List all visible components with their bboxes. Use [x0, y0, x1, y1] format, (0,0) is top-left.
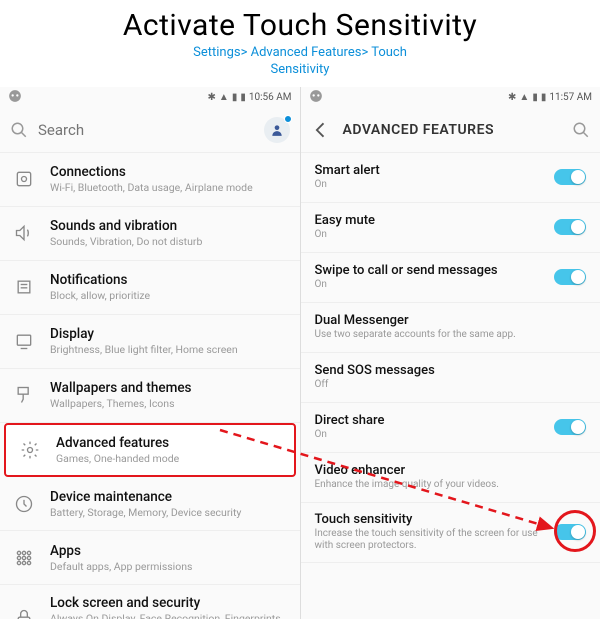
breadcrumb: Settings> Advanced Features> Touch Sensi…	[0, 43, 600, 87]
row-device-maintenance[interactable]: Device maintenanceBattery, Storage, Memo…	[0, 477, 300, 531]
row-notifications[interactable]: NotificationsBlock, allow, prioritize	[0, 261, 300, 315]
reddit-icon	[309, 89, 323, 106]
row-title: Notifications	[50, 272, 286, 288]
row-display[interactable]: DisplayBrightness, Blue light filter, Ho…	[0, 315, 300, 369]
battery-icon: ▮	[240, 92, 246, 103]
sound-icon	[14, 223, 34, 243]
row-sub: Games, One-handed mode	[56, 452, 280, 466]
row-direct-share[interactable]: Direct shareOn	[301, 403, 600, 453]
apps-icon	[14, 548, 34, 568]
back-icon[interactable]	[311, 120, 331, 140]
header-title: ADVANCED FEATURES	[343, 122, 495, 138]
breadcrumb-line2: Sensitivity	[0, 62, 600, 79]
toggle-swipe-call[interactable]	[554, 269, 586, 285]
row-smart-alert[interactable]: Smart alertOn	[301, 153, 600, 203]
status-bar: ✱ ▲ ▮ ▮ 11:57 AM	[301, 87, 600, 109]
phone-advanced-features: ✱ ▲ ▮ ▮ 11:57 AM ADVANCED FEATURES Smart…	[301, 87, 600, 619]
row-title: Connections	[50, 164, 286, 180]
row-sub: Wallpapers, Themes, Icons	[50, 397, 286, 411]
row-title: Touch sensitivity	[315, 512, 541, 527]
battery-icon: ▮	[541, 92, 547, 103]
row-touch-sensitivity[interactable]: Touch sensitivityIncrease the touch sens…	[301, 503, 600, 563]
row-wallpapers[interactable]: Wallpapers and themesWallpapers, Themes,…	[0, 369, 300, 423]
row-title: Easy mute	[315, 213, 541, 228]
breadcrumb-line1: Settings> Advanced Features> Touch	[0, 45, 600, 62]
row-sub: Enhance the image quality of your videos…	[315, 479, 583, 492]
row-swipe-call[interactable]: Swipe to call or send messagesOn	[301, 253, 600, 303]
paint-icon	[14, 385, 34, 405]
header-bar: ADVANCED FEATURES	[301, 109, 600, 153]
search-bar[interactable]	[0, 109, 300, 153]
settings-list: ConnectionsWi-Fi, Bluetooth, Data usage,…	[0, 153, 300, 619]
row-title: Send SOS messages	[315, 363, 583, 378]
row-sub: Always On Display, Face Recognition, Fin…	[50, 612, 286, 618]
row-video-enhancer[interactable]: Video enhancerEnhance the image quality …	[301, 453, 600, 503]
row-sub: On	[315, 279, 541, 292]
status-bar: ✱ ▲ ▮ ▮ 10:56 AM	[0, 87, 300, 109]
wifi-icon: ▲	[519, 92, 529, 103]
row-sub: Default apps, App permissions	[50, 560, 286, 574]
toggle-easy-mute[interactable]	[554, 219, 586, 235]
bluetooth-icon: ✱	[508, 92, 516, 103]
maintenance-icon	[14, 494, 34, 514]
row-sub: Sounds, Vibration, Do not disturb	[50, 235, 286, 249]
row-sub: Block, allow, prioritize	[50, 289, 286, 303]
reddit-icon	[8, 89, 22, 106]
row-advanced-features[interactable]: Advanced featuresGames, One-handed mode	[4, 423, 296, 478]
row-title: Device maintenance	[50, 489, 286, 505]
row-title: Swipe to call or send messages	[315, 263, 541, 278]
display-icon	[14, 331, 34, 351]
page-title: Activate Touch Sensitivity	[0, 0, 600, 43]
connections-icon	[14, 169, 34, 189]
row-title: Video enhancer	[315, 463, 583, 478]
row-title: Sounds and vibration	[50, 218, 286, 234]
row-sub: Use two separate accounts for the same a…	[315, 329, 583, 342]
search-icon[interactable]	[572, 121, 590, 139]
status-time: 10:56 AM	[249, 92, 292, 103]
lock-icon	[14, 608, 34, 619]
row-sub: Increase the touch sensitivity of the sc…	[315, 528, 541, 553]
bluetooth-icon: ✱	[208, 92, 216, 103]
row-sub: Off	[315, 379, 583, 392]
row-title: Direct share	[315, 413, 541, 428]
phone-settings: ✱ ▲ ▮ ▮ 10:56 AM ConnectionsWi-Fi, Bluet…	[0, 87, 301, 619]
row-easy-mute[interactable]: Easy muteOn	[301, 203, 600, 253]
row-sub: On	[315, 229, 541, 242]
signal-icon: ▮	[232, 92, 238, 103]
row-sub: Battery, Storage, Memory, Device securit…	[50, 506, 286, 520]
notification-dot-icon	[284, 115, 292, 123]
notifications-icon	[14, 277, 34, 297]
signal-icon: ▮	[532, 92, 538, 103]
row-apps[interactable]: AppsDefault apps, App permissions	[0, 531, 300, 585]
row-title: Apps	[50, 543, 286, 559]
row-lock-security[interactable]: Lock screen and securityAlways On Displa…	[0, 585, 300, 618]
gear-icon	[20, 440, 40, 460]
toggle-smart-alert[interactable]	[554, 169, 586, 185]
avatar[interactable]	[264, 117, 290, 143]
wifi-icon: ▲	[219, 92, 229, 103]
row-sub: Wi-Fi, Bluetooth, Data usage, Airplane m…	[50, 181, 286, 195]
search-input[interactable]	[38, 121, 254, 139]
row-sub: On	[315, 179, 541, 192]
toggle-direct-share[interactable]	[554, 419, 586, 435]
toggle-touch-sensitivity[interactable]	[554, 524, 586, 540]
row-sos-messages[interactable]: Send SOS messagesOff	[301, 353, 600, 403]
status-time: 11:57 AM	[549, 92, 592, 103]
row-title: Wallpapers and themes	[50, 380, 286, 396]
row-sounds[interactable]: Sounds and vibrationSounds, Vibration, D…	[0, 207, 300, 261]
row-title: Smart alert	[315, 163, 541, 178]
row-sub: On	[315, 429, 541, 442]
search-icon	[10, 121, 28, 139]
row-connections[interactable]: ConnectionsWi-Fi, Bluetooth, Data usage,…	[0, 153, 300, 207]
row-title: Dual Messenger	[315, 313, 583, 328]
advanced-features-list: Smart alertOn Easy muteOn Swipe to call …	[301, 153, 600, 619]
row-title: Advanced features	[56, 435, 280, 451]
row-sub: Brightness, Blue light filter, Home scre…	[50, 343, 286, 357]
row-title: Lock screen and security	[50, 595, 286, 611]
row-dual-messenger[interactable]: Dual MessengerUse two separate accounts …	[301, 303, 600, 353]
row-title: Display	[50, 326, 286, 342]
